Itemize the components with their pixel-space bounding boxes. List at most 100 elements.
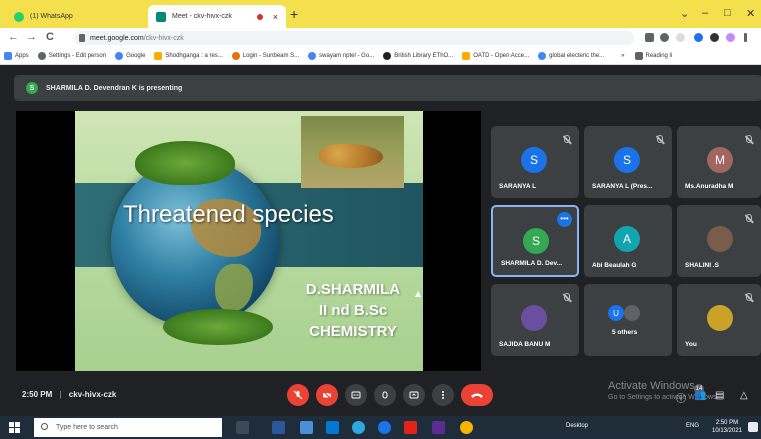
camera-toggle-button[interactable]	[316, 384, 338, 406]
bookmark-label: Apps	[15, 53, 29, 59]
url-bar[interactable]: meet.google.com/ckv-hivx-czk	[74, 31, 634, 45]
meeting-info: 2:50 PM | ckv-hivx-czk	[22, 390, 116, 399]
presenting-banner: S SHARMILA D. Devendran K is presenting	[14, 75, 761, 101]
avatar: M	[707, 147, 733, 173]
participant-name: You	[685, 341, 697, 348]
avatar: S	[523, 228, 549, 254]
camera-off-icon	[322, 390, 332, 400]
participant-tile[interactable]: M Ms.Anuradha M	[677, 126, 761, 198]
recording-dot-icon	[256, 13, 263, 20]
taskbar-search[interactable]: Type here to search	[34, 418, 222, 437]
more-options-button[interactable]	[432, 384, 454, 406]
bookmark-label: British Library EThO...	[394, 53, 454, 59]
reload-button[interactable]: C	[46, 31, 54, 43]
mic-toggle-button[interactable]	[287, 384, 309, 406]
reading-list[interactable]: Reading li	[634, 52, 672, 60]
participant-tile[interactable]: SHALINI .S	[677, 205, 761, 277]
bookmark-item[interactable]: global electeric the...	[538, 52, 604, 60]
sunbeam-icon	[231, 52, 240, 60]
meet-area: S SHARMILA D. Devendran K is presenting …	[0, 66, 761, 416]
edge-icon[interactable]	[352, 421, 365, 434]
language-indicator[interactable]: ENG	[686, 423, 699, 429]
back-button[interactable]: ←	[8, 31, 19, 43]
participant-name: SAJIDA BANU M	[499, 341, 551, 348]
mic-off-icon	[746, 293, 752, 301]
raise-hand-button[interactable]	[374, 384, 396, 406]
participant-tile[interactable]: You	[677, 284, 761, 356]
more-vert-icon	[442, 391, 444, 399]
participant-name: SARANYA L	[499, 183, 537, 190]
participant-tile[interactable]: U 5 others	[584, 284, 672, 356]
meet-icon	[156, 11, 166, 22]
tab-search-icon[interactable]: ⌄	[680, 7, 689, 20]
app-icon[interactable]	[432, 421, 445, 434]
notifications-icon[interactable]	[748, 422, 758, 432]
bookmark-label: swayam nptel - Go...	[319, 53, 375, 59]
bookmark-item[interactable]: OATD - Open Acce...	[462, 52, 529, 60]
forward-button[interactable]: →	[26, 31, 37, 43]
participant-name: SHALINI .S	[685, 262, 719, 269]
info-icon[interactable]: ⓘ	[676, 390, 686, 405]
chat-icon[interactable]: ▤	[715, 390, 724, 401]
participant-tile[interactable]: A Abi Beaulah G	[584, 205, 672, 277]
bookmark-label: Shodhganga : a res...	[165, 53, 223, 59]
bookmark-item[interactable]: Google	[115, 52, 145, 60]
app-icon[interactable]	[404, 421, 417, 434]
leave-call-button[interactable]	[461, 384, 493, 406]
separator: |	[59, 390, 62, 399]
store-icon[interactable]	[326, 421, 339, 434]
people-icon[interactable]: 👥	[694, 390, 706, 401]
bookmarks-bar: Apps Settings - Edit person Google Shodh…	[0, 48, 761, 65]
system-clock[interactable]: 2:50 PM 10/13/2021	[710, 419, 744, 435]
bookmark-label: Login - Sunbeam S...	[242, 53, 300, 59]
clock-date: 10/13/2021	[711, 428, 743, 434]
task-view-icon[interactable]	[236, 421, 249, 434]
captions-icon	[351, 391, 361, 399]
present-button[interactable]	[403, 384, 425, 406]
word-icon[interactable]	[272, 421, 285, 434]
profile-avatar[interactable]	[726, 33, 735, 42]
captions-button[interactable]	[345, 384, 367, 406]
new-tab-button[interactable]: +	[290, 6, 298, 22]
telegram-icon[interactable]	[378, 421, 391, 434]
phone-hangup-icon	[471, 393, 483, 398]
restore-button[interactable]: □	[724, 7, 731, 19]
extension-icon[interactable]	[694, 33, 703, 42]
participant-tile[interactable]: S SARANYA L	[491, 126, 579, 198]
presentation-view[interactable]: Threatened species D.SHARMILA II nd B.Sc…	[16, 111, 481, 371]
minimize-button[interactable]: –	[702, 7, 708, 19]
bookmark-item[interactable]: Apps	[4, 52, 29, 60]
more-options-icon[interactable]: •••	[557, 212, 572, 227]
avatar	[707, 305, 733, 331]
bookmark-item[interactable]: British Library EThO...	[383, 52, 453, 60]
star-icon[interactable]	[676, 33, 685, 42]
oatd-icon	[462, 52, 471, 60]
grass-image	[135, 141, 235, 185]
bookmark-item[interactable]: Shodhganga : a res...	[154, 52, 223, 60]
puzzle-icon[interactable]	[710, 33, 719, 42]
mic-icon[interactable]	[660, 33, 669, 42]
file-explorer-icon[interactable]	[300, 421, 313, 434]
author-dept: CHEMISTRY	[309, 323, 397, 340]
windows-start-icon[interactable]	[9, 422, 20, 433]
bookmark-item[interactable]: Login - Sunbeam S...	[231, 52, 300, 60]
menu-icon[interactable]	[744, 33, 747, 42]
camera-icon[interactable]	[645, 33, 654, 42]
participant-tile[interactable]: ••• S SHARMILA D. Dev...	[491, 205, 579, 277]
bookmark-item[interactable]: swayam nptel - Go...	[308, 52, 374, 60]
bookmark-item[interactable]: Settings - Edit person	[37, 52, 106, 60]
participant-tile[interactable]: SAJIDA BANU M	[491, 284, 579, 356]
grass-image	[163, 309, 273, 345]
bookmarks-overflow-icon[interactable]: »	[621, 53, 624, 59]
close-tab-icon[interactable]: ×	[273, 12, 278, 22]
gear-icon	[37, 52, 46, 60]
tab-title: (1) WhatsApp	[30, 13, 73, 20]
tab-meet[interactable]: Meet - ckv-hivx-czk ×	[148, 5, 286, 28]
chrome-icon[interactable]	[460, 421, 473, 434]
close-window-button[interactable]: ✕	[746, 7, 755, 20]
whatsapp-icon	[14, 11, 24, 22]
desktop-toolbar-label[interactable]: Desktop	[566, 423, 588, 429]
activities-icon[interactable]: △	[740, 390, 748, 401]
participant-tile[interactable]: S SARANYA L (Pres...	[584, 126, 672, 198]
presenting-text: SHARMILA D. Devendran K is presenting	[46, 84, 183, 92]
